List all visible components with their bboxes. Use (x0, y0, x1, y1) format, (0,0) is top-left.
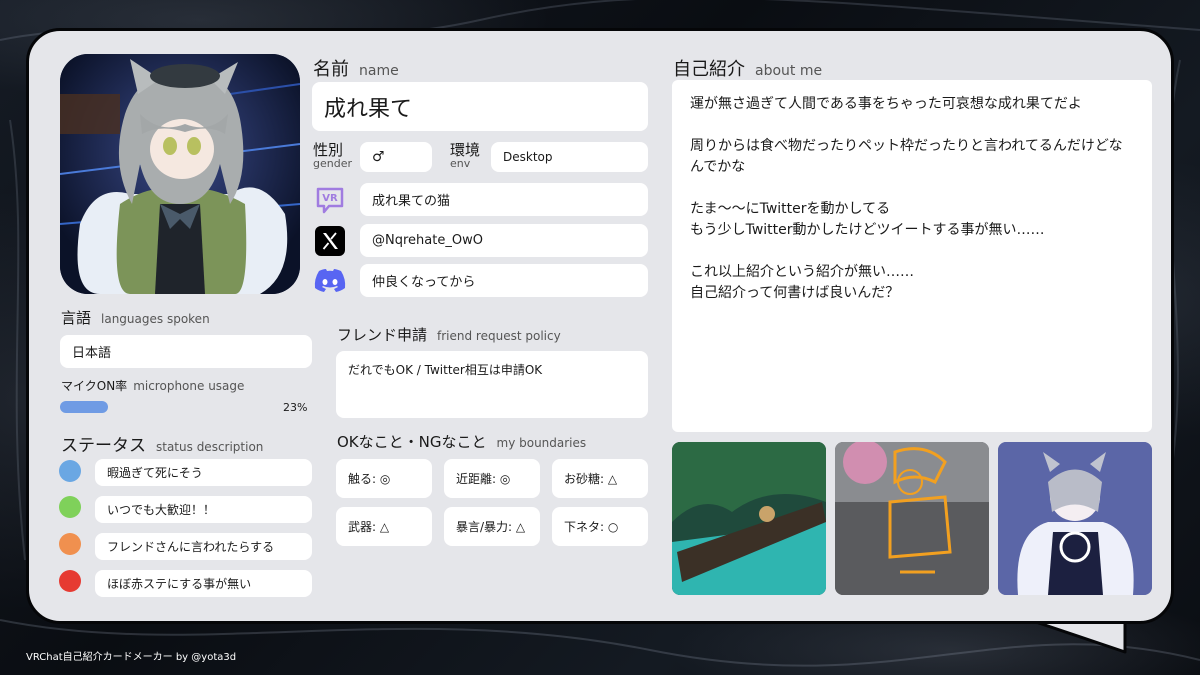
languages-label: 言語 languages spoken (61, 309, 210, 327)
avatar-image (60, 54, 300, 294)
vrchat-name: 成れ果ての猫 (360, 183, 648, 216)
status-item: ほぼ赤ステにする事が無い (95, 570, 312, 597)
boundary-item: 武器: △ (336, 507, 432, 546)
friend-request-label: フレンド申請 friend request policy (337, 326, 561, 344)
photo-forest (672, 442, 826, 595)
languages-value: 日本語 (60, 335, 312, 368)
mic-usage-bar (60, 401, 270, 413)
footer-credit: VRChat自己紹介カードメーカー by @yota3d (26, 652, 237, 663)
boundaries-label: OKなこと・NGなこと my boundaries (337, 433, 587, 451)
mic-label: マイクON率 microphone usage (61, 379, 245, 393)
status-item: いつでも大歓迎！！ (95, 496, 312, 523)
gender-value: ♂ (360, 142, 432, 172)
status-dot-red (59, 570, 81, 592)
gender-label: 性別 gender (313, 141, 352, 171)
status-item: フレンドさんに言われたらする (95, 533, 312, 560)
status-dot-blue (59, 460, 81, 482)
boundary-item: 下ネタ: ○ (552, 507, 648, 546)
boundary-item: お砂糖: △ (552, 459, 648, 498)
mic-percent: 23% (283, 401, 308, 414)
status-item: 暇過ぎて死にそう (95, 459, 312, 486)
boundary-item: 近距離: ◎ (444, 459, 540, 498)
photo-avatar (998, 442, 1152, 595)
boundary-item: 触る: ◎ (336, 459, 432, 498)
env-label: 環境 env (450, 141, 481, 171)
x-twitter-icon (313, 224, 347, 258)
svg-text:VR: VR (322, 193, 338, 204)
photo-city (835, 442, 989, 595)
name-value: 成れ果て (312, 82, 648, 131)
about-text: 運が無さ過ぎて人間である事をちゃった可哀想な成れ果てだよ 周りからは食べ物だった… (690, 96, 1123, 301)
vrchat-icon: VR (313, 183, 347, 217)
discord-icon (313, 264, 347, 298)
mic-usage-fill (60, 401, 109, 413)
about-box: 運が無さ過ぎて人間である事をちゃった可哀想な成れ果てだよ 周りからは食べ物だった… (672, 80, 1152, 432)
status-dot-green (59, 496, 81, 518)
friend-request-value: だれでもOK / Twitter相互は申請OK (336, 351, 648, 418)
about-label: 自己紹介 about me (673, 59, 823, 80)
name-label: 名前 name (313, 59, 399, 80)
boundary-item: 暴言/暴力: △ (444, 507, 540, 546)
discord-policy: 仲良くなってから (360, 264, 648, 297)
twitter-handle: @Nqrehate_OwO (360, 224, 648, 257)
status-dot-orange (59, 533, 81, 555)
status-label: ステータス status description (61, 436, 264, 456)
env-value: Desktop (491, 142, 648, 172)
